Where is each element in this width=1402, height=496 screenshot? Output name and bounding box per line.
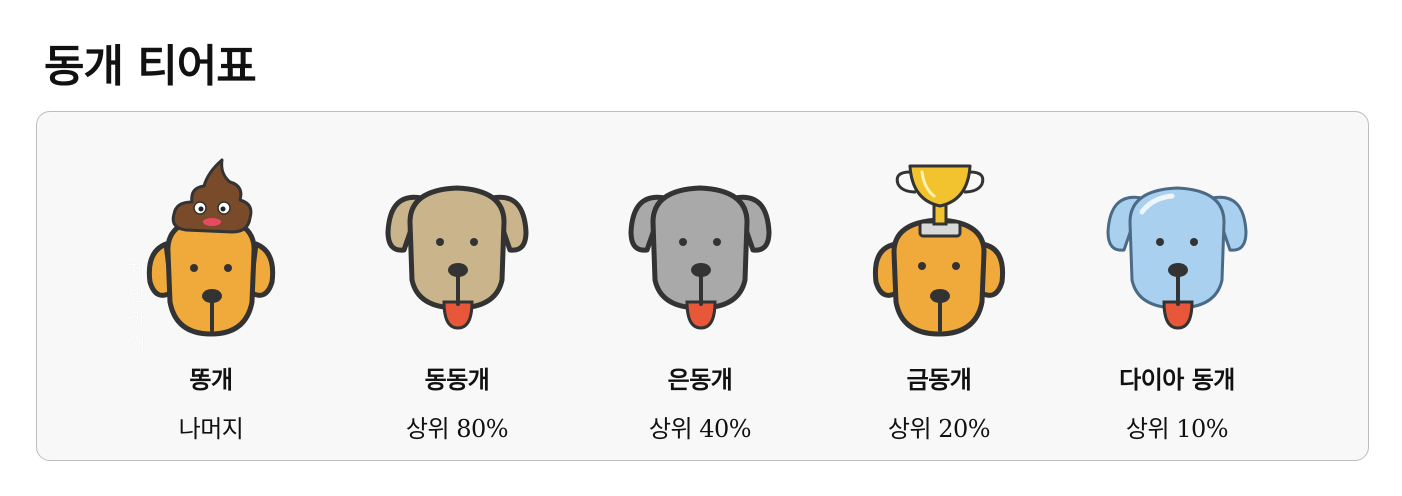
tier-name: 동동개 bbox=[424, 366, 490, 394]
tier-name: 다이아 동개 bbox=[1119, 366, 1235, 394]
tier-name: 은동개 bbox=[667, 366, 733, 394]
tier-percent: 상위 20% bbox=[887, 415, 991, 443]
trophy-dog-icon bbox=[872, 164, 1006, 337]
tier-item-dongdong: 동동개 상위 80% bbox=[337, 152, 577, 444]
diamond-dog-icon bbox=[1106, 186, 1248, 330]
poop-dog-icon bbox=[146, 158, 276, 337]
tier-percent: 상위 10% bbox=[1125, 415, 1229, 443]
bronze-dog-icon bbox=[385, 185, 529, 330]
tier-percent: 상위 80% bbox=[405, 415, 509, 443]
tier-card: 제안하기 똥개 나머지 동동개 상위 80% 은동개 상위 40% 금동개 상위… bbox=[36, 111, 1369, 461]
tier-percent: 나머지 bbox=[178, 415, 244, 443]
tier-item-geumdong: 금동개 상위 20% bbox=[819, 152, 1059, 444]
page-title: 동개 티어표 bbox=[44, 41, 257, 92]
tier-name: 금동개 bbox=[906, 366, 972, 394]
tier-item-eundong: 은동개 상위 40% bbox=[580, 152, 820, 444]
silver-dog-icon bbox=[628, 185, 772, 330]
tier-name: 똥개 bbox=[189, 366, 233, 394]
tier-percent: 상위 40% bbox=[648, 415, 752, 443]
tier-item-ttong: 똥개 나머지 bbox=[91, 152, 331, 444]
tier-item-diamond: 다이아 동개 상위 10% bbox=[1057, 152, 1297, 444]
